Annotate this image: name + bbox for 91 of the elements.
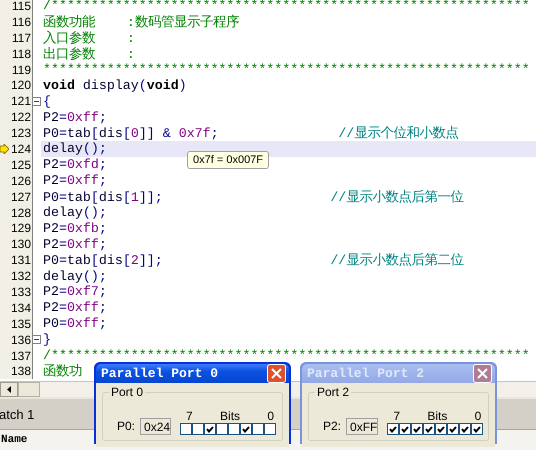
line-number: 120 xyxy=(10,78,32,92)
line-number: 123 xyxy=(10,126,32,140)
checkbox[interactable] xyxy=(204,423,216,435)
checkbox[interactable] xyxy=(387,423,400,435)
collapse-icon[interactable] xyxy=(32,96,41,106)
code-line: P2=0xff; xyxy=(43,173,107,188)
code-line: /************************************************************ xyxy=(43,0,530,14)
code-line: P0=0xff; xyxy=(43,316,107,332)
check-icon xyxy=(242,426,250,432)
code-line: P2=0xff; xyxy=(43,300,107,316)
line-number: 136 xyxy=(10,332,32,347)
port-label: P2: xyxy=(323,419,342,433)
value-field[interactable]: 0x24 xyxy=(140,418,172,435)
code-line: P2=0xff; xyxy=(43,236,107,252)
line-number: 135 xyxy=(10,316,32,331)
bit-label: 7 xyxy=(186,409,193,423)
checkbox[interactable] xyxy=(228,423,240,435)
code-line: /************************************************************ xyxy=(43,348,530,364)
line-number: 127 xyxy=(10,190,32,204)
code-line: 函数功能 :数码管显示子程序 xyxy=(43,14,239,30)
check-icon xyxy=(206,426,214,432)
code-line: P0=tab[dis[0]] & 0x7f; //显示个位和小数点 xyxy=(43,124,458,142)
checkbox[interactable] xyxy=(264,423,276,435)
line-number: 138 xyxy=(10,364,32,378)
window-title: Parallel Port 2 xyxy=(307,366,424,381)
code-line: P2=0xfb; xyxy=(43,220,107,236)
line-number: 132 xyxy=(10,269,32,284)
code-line: delay(); xyxy=(43,268,107,284)
checkbox[interactable] xyxy=(423,423,436,435)
line-number: 134 xyxy=(10,300,32,315)
line-number: 119 xyxy=(12,62,32,76)
checkbox[interactable] xyxy=(399,423,412,435)
code-line: 入口参数 : xyxy=(43,30,135,46)
line-number: 129 xyxy=(10,221,32,236)
checkbox[interactable] xyxy=(411,423,424,435)
line-number: 116 xyxy=(12,14,32,29)
code-line: 出口参数 : xyxy=(43,46,135,63)
code-line: 函数功 xyxy=(43,363,82,380)
bit-label: 0 xyxy=(267,409,274,423)
bit-label: 7 xyxy=(393,409,400,423)
code-line: void display(void) xyxy=(43,78,187,93)
collapse-icon[interactable] xyxy=(32,335,41,344)
checkbox[interactable] xyxy=(471,423,484,435)
code-line: delay(); xyxy=(43,205,107,220)
close-button[interactable] xyxy=(473,364,492,383)
line-number: 137 xyxy=(10,348,32,363)
scroll-thumb[interactable] xyxy=(18,382,40,397)
line-number: 128 xyxy=(10,206,32,220)
line-number: 131 xyxy=(10,253,32,268)
bits-label: Bits xyxy=(427,409,448,423)
bits-label: Bits xyxy=(220,409,240,423)
checkbox[interactable] xyxy=(180,423,192,435)
bit-label: 0 xyxy=(474,409,482,423)
group-label: Port 2 xyxy=(315,385,352,399)
close-icon xyxy=(271,368,282,379)
tooltip: 0x7f = 0x007F xyxy=(187,151,270,169)
column-header: Name xyxy=(0,434,28,446)
code-line: delay(); xyxy=(43,141,107,156)
checkbox[interactable] xyxy=(459,423,472,435)
line-number: 122 xyxy=(10,110,32,124)
line-number: 130 xyxy=(10,237,32,252)
code-line: P2=0xfd; xyxy=(43,157,107,172)
line-number: 125 xyxy=(10,158,32,172)
checkbox[interactable] xyxy=(252,423,264,435)
line-number: 118 xyxy=(12,46,32,61)
group-label: Port 0 xyxy=(109,385,146,399)
code-line: ************************************************************* xyxy=(43,62,530,77)
checkbox[interactable] xyxy=(435,423,448,435)
port-label: P0: xyxy=(117,419,136,433)
line-number: 115 xyxy=(12,0,32,13)
checkbox[interactable] xyxy=(240,423,252,435)
code-line: P2=0xf7; xyxy=(43,284,107,300)
line-number: 121 xyxy=(10,94,32,108)
checkbox[interactable] xyxy=(216,423,228,435)
close-button[interactable] xyxy=(267,364,286,383)
value-field[interactable]: 0xFF xyxy=(346,418,378,435)
window-title: Parallel Port 0 xyxy=(101,366,218,381)
code-line: } xyxy=(43,332,51,348)
code-line: P0=tab[dis[2]]; //显示小数点后第二位 xyxy=(43,252,464,270)
close-icon xyxy=(477,368,488,379)
code-line: { xyxy=(43,94,51,109)
left-arrow-icon xyxy=(7,386,11,393)
line-number: 117 xyxy=(12,30,32,45)
code-line: P0=tab[dis[1]]; //显示小数点后第一位 xyxy=(43,188,464,206)
checkbox[interactable] xyxy=(447,423,460,435)
checkbox[interactable] xyxy=(192,423,204,435)
line-number: 126 xyxy=(10,174,32,188)
code-line: P2=0xff; xyxy=(43,110,107,125)
line-number: 124 xyxy=(10,142,32,156)
line-number: 133 xyxy=(10,284,32,299)
scroll-left-button[interactable] xyxy=(0,382,18,397)
